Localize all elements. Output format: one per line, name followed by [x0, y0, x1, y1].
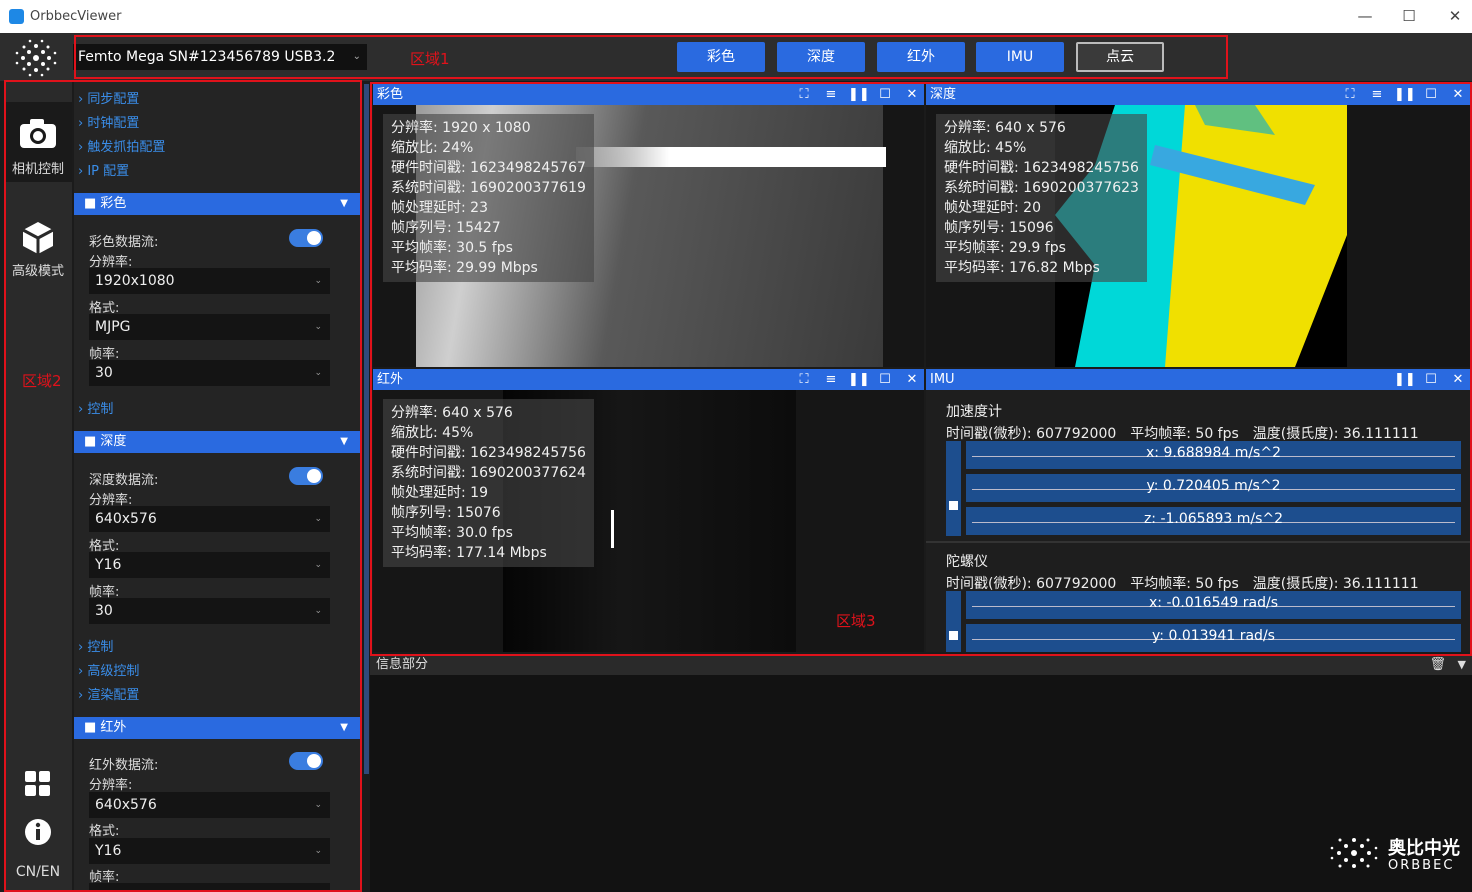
orbbec-logo-icon: [1330, 838, 1378, 868]
maximize-button[interactable]: ☐: [1394, 4, 1424, 28]
region1-label: 区域1: [410, 50, 450, 68]
trash-icon[interactable]: 🗑: [1429, 655, 1446, 675]
info-section: 信息部分 🗑 ▼: [370, 655, 1472, 892]
title-bar: OrbbecViewer — ☐ ✕: [0, 0, 1472, 33]
app-icon: [9, 9, 24, 24]
panel-splitter[interactable]: [364, 84, 369, 774]
window-title: OrbbecViewer: [30, 9, 122, 24]
brand-en: ORBBEC: [1388, 858, 1455, 873]
region3-highlight: [370, 82, 1472, 656]
close-button[interactable]: ✕: [1440, 4, 1470, 28]
minimize-button[interactable]: —: [1350, 4, 1380, 28]
region2-highlight: [4, 80, 362, 892]
orbbec-brand-logo: 奥比中光 ORBBEC: [1322, 828, 1467, 878]
info-header: 信息部分 🗑 ▼: [370, 655, 1472, 675]
info-title: 信息部分: [376, 657, 429, 672]
brand-cn: 奥比中光: [1388, 838, 1460, 859]
chevron-down-icon[interactable]: ▼: [1458, 655, 1466, 675]
region2-label: 区域2: [22, 372, 62, 390]
orbbec-logo-icon: [15, 39, 57, 77]
region3-label: 区域3: [836, 612, 876, 630]
region1-highlight: [74, 35, 1228, 79]
